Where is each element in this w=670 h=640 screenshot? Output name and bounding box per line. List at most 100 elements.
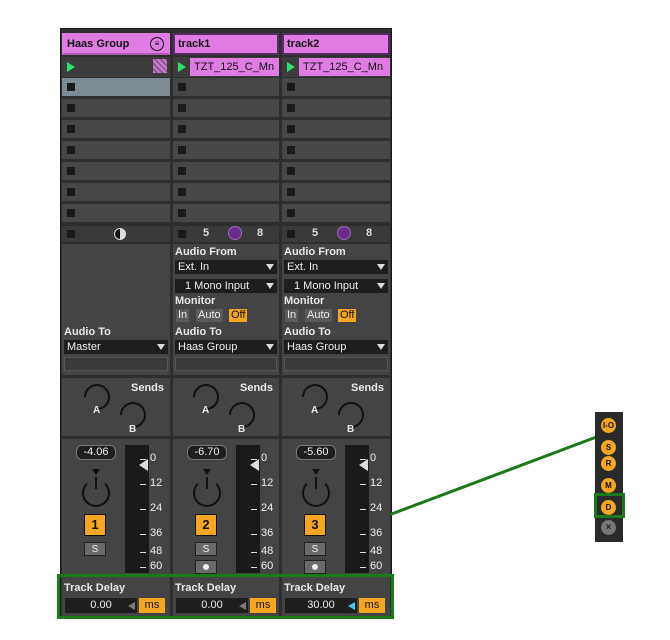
stop-icon[interactable] [178,83,186,91]
monitor-off-button[interactable]: Off [338,309,357,322]
track-header[interactable]: track1 [173,33,279,55]
returns-toggle-button[interactable]: R [601,456,616,471]
stop-icon[interactable] [287,167,295,175]
clip-slot[interactable] [173,98,279,117]
clip-slot[interactable] [282,119,390,138]
clip-slot[interactable] [173,119,279,138]
stop-icon[interactable] [67,83,75,91]
clip-name[interactable]: TZT_125_C_Mn [190,58,279,76]
volume-field[interactable]: -5.60 [296,445,336,460]
stop-icon[interactable] [67,230,75,238]
stop-icon[interactable] [287,146,295,154]
stop-icon[interactable] [178,125,186,133]
stop-icon[interactable] [67,146,75,154]
audio-to-select[interactable]: Master [64,340,168,354]
track-header[interactable]: track2 [282,33,390,55]
stop-icon[interactable] [287,230,295,238]
crossfader-toggle-button[interactable]: × [601,520,616,535]
clip-slot[interactable] [62,77,170,96]
audio-to-label: Audio To [175,326,222,338]
launch-row[interactable]: TZT_125_C_Mn [282,57,390,77]
solo-button[interactable]: S [84,542,106,556]
stop-icon[interactable] [178,230,186,238]
send-a-label: A [93,405,101,416]
monitor-auto-button[interactable]: Auto [305,309,332,322]
audio-to-select[interactable]: Haas Group [284,340,388,354]
mixer-toggle-button[interactable]: M [601,478,616,493]
level-meter-left [236,445,248,573]
send-knob-icon[interactable] [228,226,242,240]
play-icon[interactable] [67,62,75,72]
audio-to-channel[interactable] [64,357,168,371]
stop-icon[interactable] [67,167,75,175]
monitor-off-button[interactable]: Off [229,309,248,322]
clip-slot[interactable] [62,119,170,138]
stop-icon[interactable] [178,188,186,196]
track-activator-button[interactable]: 2 [195,514,217,536]
group-fold-icon[interactable]: ≡ [150,37,164,51]
solo-button[interactable]: S [195,542,217,556]
clip-slot[interactable] [173,203,279,222]
stop-icon[interactable] [178,209,186,217]
volume-field[interactable]: -6.70 [187,445,227,460]
stop-icon[interactable] [287,125,295,133]
play-icon[interactable] [178,62,186,72]
launch-row[interactable]: TZT_125_C_Mn [173,57,279,77]
clip-slot[interactable] [282,182,390,201]
clip-slot[interactable] [62,182,170,201]
monitor-in-button[interactable]: In [285,309,299,322]
audio-from-select[interactable]: Ext. In [175,260,277,274]
record-arm-button[interactable] [304,560,326,574]
clip-slot[interactable] [62,140,170,159]
track-activator-button[interactable]: 3 [304,514,326,536]
audio-from-channel-select[interactable]: 1 Mono Input [175,279,277,293]
clip-slot[interactable] [282,161,390,180]
play-icon[interactable] [287,62,295,72]
stop-icon[interactable] [178,104,186,112]
monitor-auto-button[interactable]: Auto [196,309,223,322]
scale-label: 24 [150,502,163,514]
stop-icon[interactable] [178,146,186,154]
stop-icon[interactable] [287,104,295,112]
record-arm-button[interactable] [195,560,217,574]
clip-slot[interactable] [173,161,279,180]
clip-slot[interactable] [282,77,390,96]
stop-icon[interactable] [67,125,75,133]
audio-from-channel-select[interactable]: 1 Mono Input [284,279,388,293]
audio-to-select[interactable]: Haas Group [175,340,277,354]
track-activator-button[interactable]: 1 [84,514,106,536]
crossfade-icon[interactable] [114,228,126,240]
scale-label: 60 [150,560,163,572]
clip-slot[interactable] [62,203,170,222]
volume-section: -4.06 1 S 0 12 24 36 48 60 [62,439,170,579]
stop-icon[interactable] [67,209,75,217]
track-header[interactable]: Haas Group ≡ [62,33,170,55]
stop-icon[interactable] [67,104,75,112]
io-toggle-button[interactable]: I-O [601,418,616,433]
monitor-in-button[interactable]: In [176,309,190,322]
clip-slot[interactable] [62,98,170,117]
clip-slot[interactable] [173,140,279,159]
clip-slot[interactable] [62,161,170,180]
send-knob-icon[interactable] [337,226,351,240]
audio-to-channel[interactable] [284,357,388,371]
stop-icon[interactable] [287,83,295,91]
clip-name[interactable]: TZT_125_C_Mn [299,58,390,76]
scale-label: 12 [370,477,383,489]
sends-toggle-button[interactable]: S [601,440,616,455]
volume-field[interactable]: -4.06 [76,445,116,460]
clip-slot[interactable] [282,140,390,159]
clip-slot[interactable] [173,182,279,201]
clip-slot[interactable] [282,98,390,117]
stop-icon[interactable] [178,167,186,175]
mixer-section-toggles: I-O S R M D × [595,412,623,542]
stop-icon[interactable] [67,188,75,196]
audio-from-select[interactable]: Ext. In [284,260,388,274]
stop-icon[interactable] [287,188,295,196]
launch-row[interactable] [62,57,170,77]
clip-slot[interactable] [282,203,390,222]
audio-to-channel[interactable] [175,357,277,371]
solo-button[interactable]: S [304,542,326,556]
stop-icon[interactable] [287,209,295,217]
clip-slot[interactable] [173,77,279,96]
